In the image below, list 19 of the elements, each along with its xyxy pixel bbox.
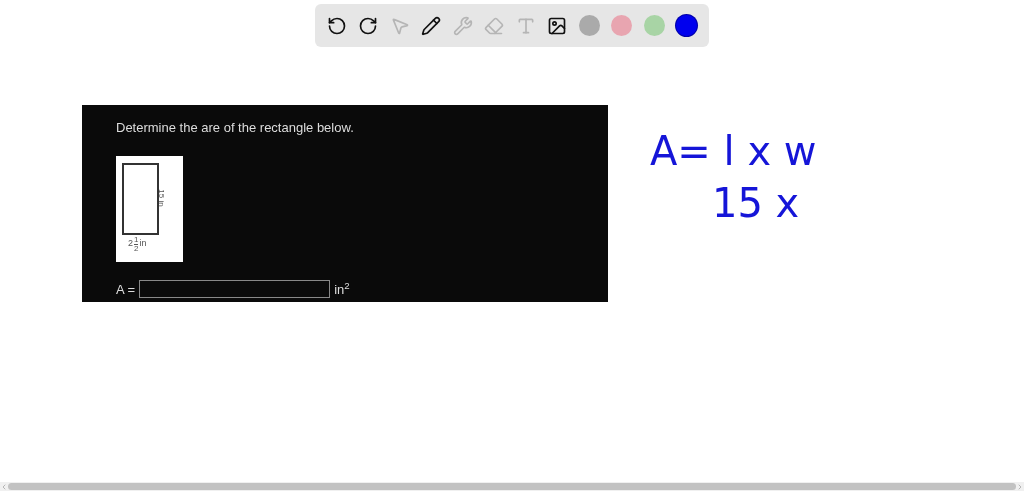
image-icon[interactable] xyxy=(547,15,568,36)
answer-label: A = xyxy=(116,280,136,299)
pencil-icon[interactable] xyxy=(421,15,442,36)
color-swatch[interactable] xyxy=(578,15,600,36)
handwritten-note: 15 x xyxy=(712,179,800,228)
redo-icon[interactable] xyxy=(358,15,379,36)
scrollbar-thumb[interactable] xyxy=(8,483,1016,490)
handwritten-note: A= l x w xyxy=(650,127,817,176)
height-label: 15 in xyxy=(155,188,167,207)
color-swatch[interactable] xyxy=(676,15,697,36)
horizontal-scrollbar[interactable] xyxy=(0,482,1024,491)
color-swatch[interactable] xyxy=(643,15,665,36)
question-text: Determine the are of the rectangle below. xyxy=(116,119,355,137)
scroll-left-icon xyxy=(0,482,8,491)
scroll-right-icon xyxy=(1016,482,1024,491)
answer-field[interactable] xyxy=(139,280,331,299)
undo-icon[interactable] xyxy=(327,15,347,36)
color-swatch[interactable] xyxy=(611,15,633,36)
unit-label: in$^{2}$ xyxy=(334,279,350,299)
